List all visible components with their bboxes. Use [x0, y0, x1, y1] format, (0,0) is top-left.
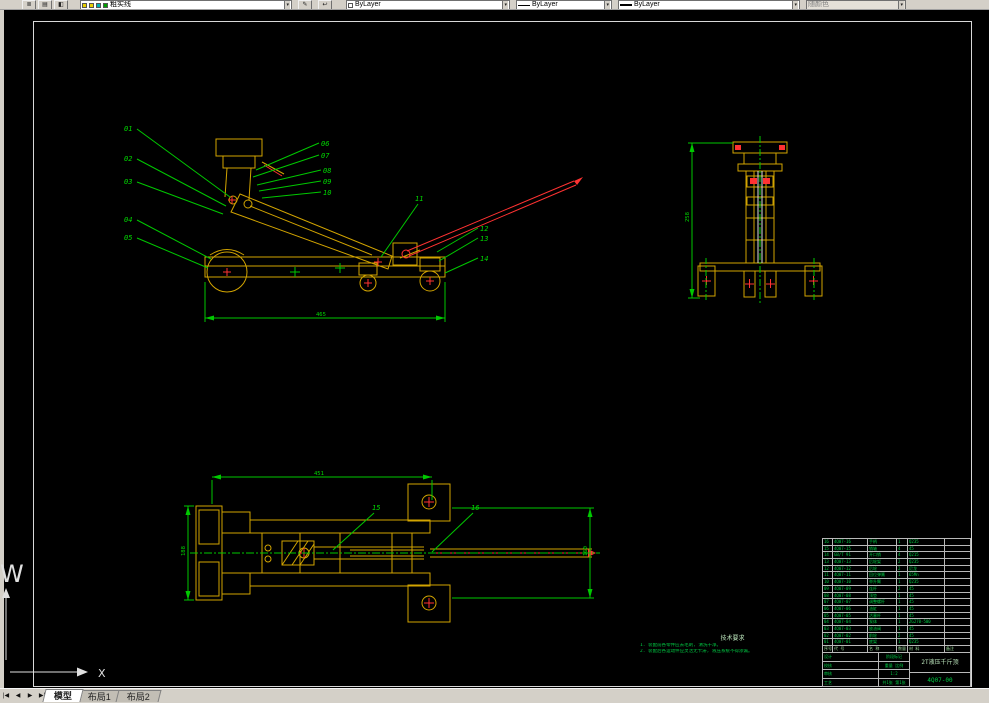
svg-text:05: 05 [124, 234, 132, 242]
table-row: 044Q07-04泵体1ZG270-500 [822, 618, 971, 625]
svg-text:188: 188 [181, 546, 187, 556]
svg-text:07: 07 [321, 152, 330, 160]
svg-text:W: W [0, 560, 24, 588]
title-block-cell: 共1张 第1张 [879, 678, 909, 687]
color-combo[interactable]: ByLayer ▾ [346, 0, 510, 10]
chevron-down-icon[interactable]: ▾ [792, 1, 798, 9]
table-row: 094Q07-09连杆245 [822, 585, 971, 592]
svg-text:14: 14 [480, 255, 488, 263]
svg-text:02: 02 [124, 155, 132, 163]
title-block-row: 审核 [823, 669, 878, 678]
chevron-down-icon[interactable]: ▾ [604, 1, 610, 9]
table-row: 034Q07-03放油阀145 [822, 625, 971, 632]
svg-text:06: 06 [321, 140, 329, 148]
table-row: 154Q07-15销轴445 [822, 545, 971, 552]
svg-text:15: 15 [372, 504, 380, 512]
table-row: 14GB/T 91开口销4Q215 [822, 551, 971, 558]
color-combo-value: ByLayer [355, 1, 381, 9]
svg-text:X: X [98, 667, 106, 680]
layer-lock-icon[interactable] [96, 3, 101, 8]
lineweight-combo-value: ByLayer [634, 1, 660, 9]
svg-text:03: 03 [124, 178, 132, 186]
top-toolbar: ≣ ▤ ◧ 粗实线 ▾ ✎ ↩ ByLayer ▾ ByLayer ▾ ByLa… [0, 0, 989, 10]
current-color-swatch [348, 3, 353, 8]
lineweight-sample-icon [620, 4, 632, 6]
table-row: 134Q07-13后轮架2Q235 [822, 558, 971, 565]
svg-text:08: 08 [323, 167, 331, 175]
table-row: 164Q07-16手柄1Q235 [822, 538, 971, 545]
svg-text:13: 13 [480, 235, 488, 243]
table-row: 124Q07-12后轮2尼龙 [822, 565, 971, 572]
linetype-combo[interactable]: ByLayer ▾ [516, 0, 612, 10]
linetype-combo-value: ByLayer [532, 1, 558, 9]
drawing-title: 2T液压千斤顶 [910, 653, 970, 673]
color-wheel-icon[interactable]: ◧ [54, 0, 68, 10]
tab-nav-prev-icon[interactable]: ◀ [12, 690, 24, 702]
make-current-icon[interactable]: ✎ [298, 0, 312, 10]
title-block-cell: 1:2 [879, 669, 909, 678]
title-block-row: 设计 [823, 653, 878, 661]
svg-text:04: 04 [124, 216, 132, 224]
title-block-cell: 阶段标记 [879, 653, 909, 661]
svg-text:09: 09 [323, 178, 331, 186]
title-block: 设计 校核 审核 工艺 阶段标记 重量 比例 1:2 共1张 第1张 2T液压千… [822, 652, 971, 687]
notes-title: 技术要求 [640, 633, 825, 642]
svg-text:01: 01 [124, 125, 132, 133]
table-row: 114Q07-11回位弹簧165Mn [822, 571, 971, 578]
title-block-cell: 重量 比例 [879, 661, 909, 670]
title-block-row: 校核 [823, 661, 878, 670]
layout-tab-bar: |◀ ◀ ▶ ▶| 模型 布局1 布局2 [0, 688, 989, 702]
layer-combo-value: 粗实线 [110, 1, 131, 9]
table-row: 024Q07-02前轮245 [822, 632, 971, 639]
layer-color-swatch [103, 3, 108, 8]
layer-on-icon[interactable] [82, 3, 87, 8]
layer-freeze-icon[interactable] [89, 3, 94, 8]
table-row: 054Q07-05活塞杆145 [822, 612, 971, 619]
chevron-down-icon[interactable]: ▾ [898, 1, 904, 9]
technical-notes: 技术要求 1. 装配前各零件应去毛刺, 清洗干净。 2. 装配后各运动件应灵活无… [640, 633, 825, 655]
tab-model[interactable]: 模型 [42, 689, 83, 702]
svg-text:451: 451 [314, 471, 324, 477]
svg-text:465: 465 [316, 312, 326, 318]
chevron-down-icon[interactable]: ▾ [284, 1, 290, 9]
parts-table: 164Q07-16手柄1Q235154Q07-15销轴44514GB/T 91开… [822, 538, 971, 652]
table-row: 074Q07-07调整螺杆145 [822, 598, 971, 605]
svg-text:10: 10 [323, 189, 331, 197]
table-row: 104Q07-10举升臂1Q235 [822, 578, 971, 585]
lineweight-combo[interactable]: ByLayer ▾ [618, 0, 800, 10]
parts-table-header: 序号代 号名 称数量材 料备注 [822, 645, 971, 652]
previous-layer-icon[interactable]: ↩ [318, 0, 332, 10]
layer-manager-icon[interactable]: ≣ [22, 0, 36, 10]
plotstyle-combo-value: 随颜色 [808, 1, 829, 9]
svg-text:160: 160 [583, 546, 589, 556]
svg-text:11: 11 [415, 195, 423, 203]
tab-nav-next-icon[interactable]: ▶ [24, 690, 36, 702]
tab-nav-first-icon[interactable]: |◀ [0, 690, 12, 702]
svg-text:258: 258 [685, 212, 691, 222]
drawing-number: 4Q07-00 [910, 673, 970, 688]
layer-combo[interactable]: 粗实线 ▾ [80, 0, 292, 10]
svg-text:12: 12 [480, 225, 488, 233]
table-row: 014Q07-01底架1Q235 [822, 638, 971, 645]
table-row: 064Q07-06油缸145 [822, 605, 971, 612]
parts-table-rows: 164Q07-16手柄1Q235154Q07-15销轴44514GB/T 91开… [822, 538, 971, 652]
chevron-down-icon[interactable]: ▾ [502, 1, 508, 9]
note-line: 2. 装配后各运动件应灵活无卡滞, 液压系统不得渗漏。 [640, 649, 825, 655]
layers-icon[interactable]: ▤ [38, 0, 52, 10]
linetype-sample-icon [518, 5, 530, 6]
title-block-row: 工艺 [823, 678, 878, 687]
table-row: 084Q07-08顶垫145 [822, 592, 971, 599]
tab-layout2[interactable]: 布局2 [116, 690, 162, 702]
svg-text:16: 16 [471, 504, 479, 512]
plotstyle-combo[interactable]: 随颜色 ▾ [806, 0, 906, 10]
